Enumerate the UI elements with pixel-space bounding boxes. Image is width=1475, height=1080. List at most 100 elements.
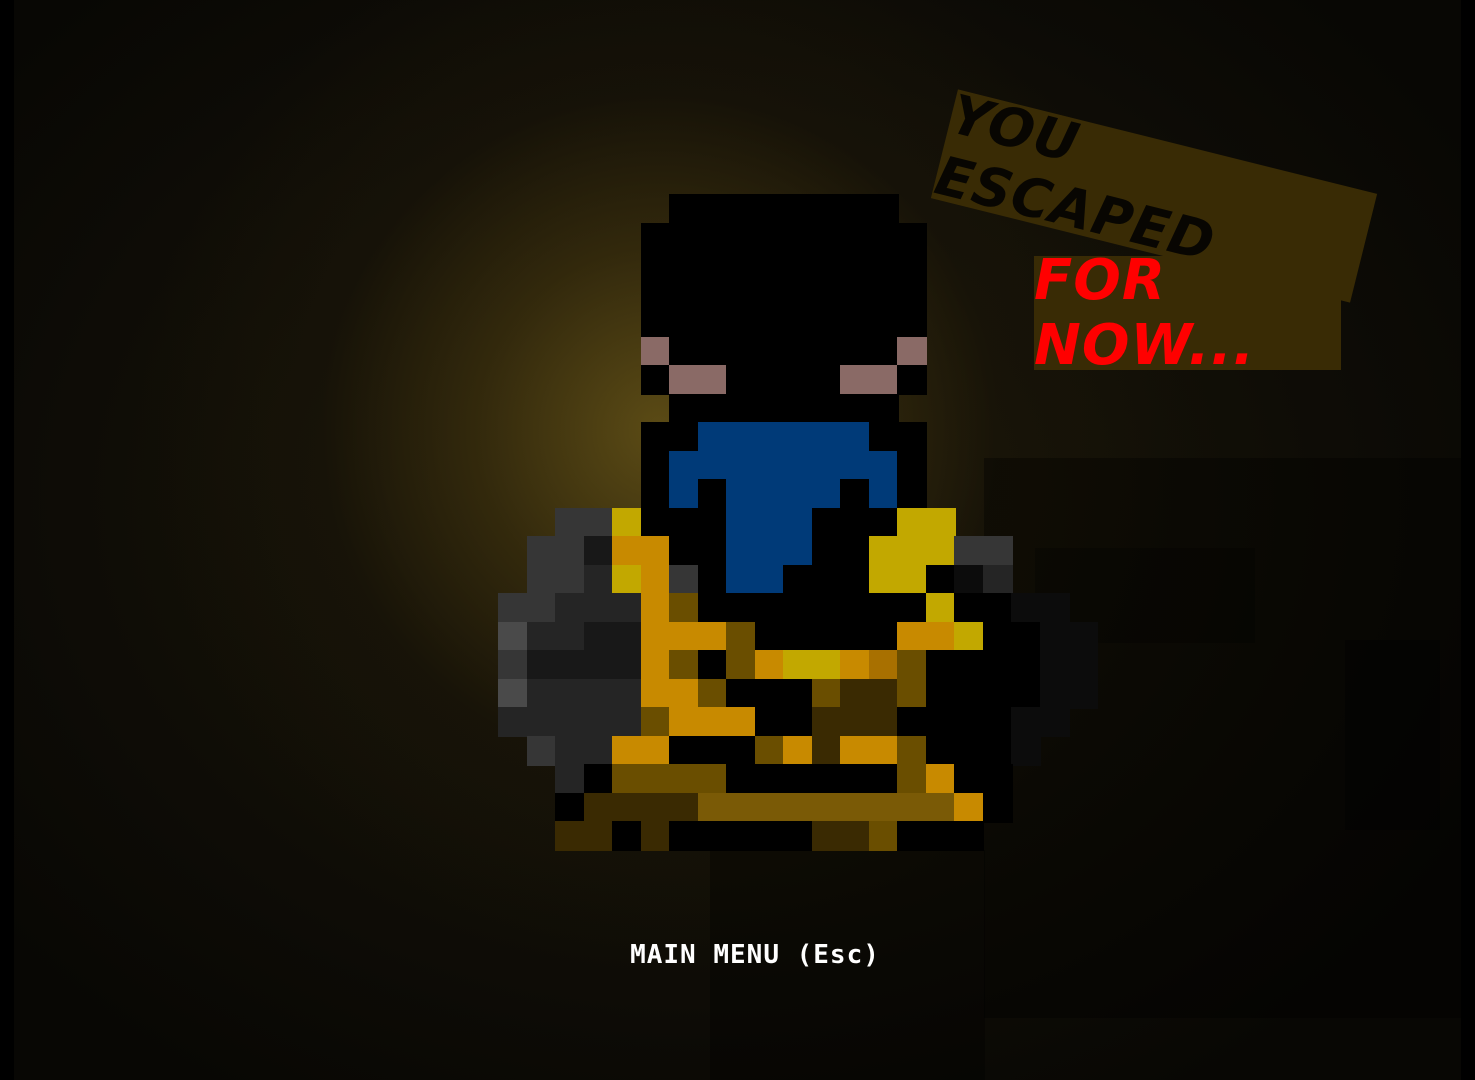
sprite-pixel [726,536,756,566]
sprite-pixel [612,736,642,766]
sprite-pixel [612,679,642,709]
sprite-pixel [641,736,671,766]
sprite-pixel [783,479,813,509]
sprite-pixel [669,622,699,652]
main-menu-button[interactable]: MAIN MENU (Esc) [590,934,920,976]
sprite-pixel [527,593,557,623]
sprite-pixel [698,821,728,851]
sprite-pixel [897,422,927,452]
sprite-pixel [783,679,813,709]
sprite-pixel [869,622,899,652]
sprite-pixel [584,736,614,766]
sprite-pixel [812,280,842,310]
sprite-pixel [812,479,842,509]
sprite-pixel [698,622,728,652]
sprite-pixel [698,793,728,823]
sprite-pixel [897,223,927,253]
sprite-pixel [840,223,870,253]
sprite-pixel [755,622,785,652]
sprite-pixel [498,593,528,623]
sprite-pixel [498,707,528,737]
sprite-pixel [926,565,956,595]
sprite-pixel [954,593,984,623]
sprite-pixel [897,337,927,367]
sprite-pixel [527,622,557,652]
sprite-pixel [926,793,956,823]
sprite-pixel [1011,707,1041,737]
sprite-pixel [612,764,642,794]
sprite-pixel [641,764,671,794]
sprite-pixel [812,508,842,538]
right-border [1461,0,1475,1080]
sprite-pixel [698,394,728,424]
sprite-pixel [527,536,557,566]
sprite-pixel [555,679,585,709]
sprite-pixel [897,308,927,338]
sprite-pixel [926,650,956,680]
sprite-pixel [926,536,956,566]
sprite-pixel [1040,593,1070,623]
sprite-pixel [726,821,756,851]
sprite-pixel [983,764,1013,794]
sprite-pixel [726,479,756,509]
sprite-pixel [498,679,528,709]
sprite-pixel [641,679,671,709]
sprite-pixel [584,679,614,709]
sprite-pixel [840,565,870,595]
sprite-pixel [897,365,927,395]
sprite-pixel [783,365,813,395]
sprite-pixel [669,451,699,481]
sprite-pixel [669,251,699,281]
sprite-pixel [726,650,756,680]
sprite-pixel [755,679,785,709]
sprite-pixel [612,593,642,623]
sprite-pixel [840,394,870,424]
sprite-pixel [612,821,642,851]
sprite-pixel [869,223,899,253]
sprite-pixel [1040,650,1070,680]
sprite-pixel [983,707,1013,737]
sprite-pixel [698,280,728,310]
sprite-pixel [983,793,1013,823]
sprite-pixel [527,565,557,595]
sprite-pixel [755,365,785,395]
sprite-pixel [669,223,699,253]
sprite-pixel [698,365,728,395]
sprite-pixel [954,679,984,709]
sprite-pixel [983,593,1013,623]
sprite-pixel [641,422,671,452]
sprite-pixel [698,764,728,794]
sprite-pixel [983,565,1013,595]
sprite-pixel [698,593,728,623]
sprite-pixel [584,536,614,566]
sprite-pixel [555,593,585,623]
sprite-pixel [897,821,927,851]
sprite-pixel [527,679,557,709]
sprite-pixel [755,793,785,823]
sprite-pixel [755,508,785,538]
sprite-pixel [840,508,870,538]
sprite-pixel [897,251,927,281]
sprite-pixel [555,508,585,538]
sprite-pixel [1011,622,1041,652]
sprite-pixel [612,650,642,680]
escape-subtitle: FOR NOW... [1034,248,1256,378]
sprite-pixel [840,422,870,452]
sprite-pixel [783,536,813,566]
sprite-pixel [869,707,899,737]
sprite-pixel [783,508,813,538]
sprite-pixel [584,622,614,652]
sprite-pixel [726,679,756,709]
sprite-pixel [897,793,927,823]
sprite-pixel [840,451,870,481]
sprite-pixel [869,194,899,224]
sprite-pixel [869,565,899,595]
sprite-pixel [783,593,813,623]
sprite-pixel [897,508,927,538]
sprite-pixel [755,451,785,481]
sprite-pixel [755,251,785,281]
sprite-pixel [983,650,1013,680]
sprite-pixel [584,821,614,851]
sprite-pixel [1040,679,1070,709]
room-shadow [1345,640,1440,830]
